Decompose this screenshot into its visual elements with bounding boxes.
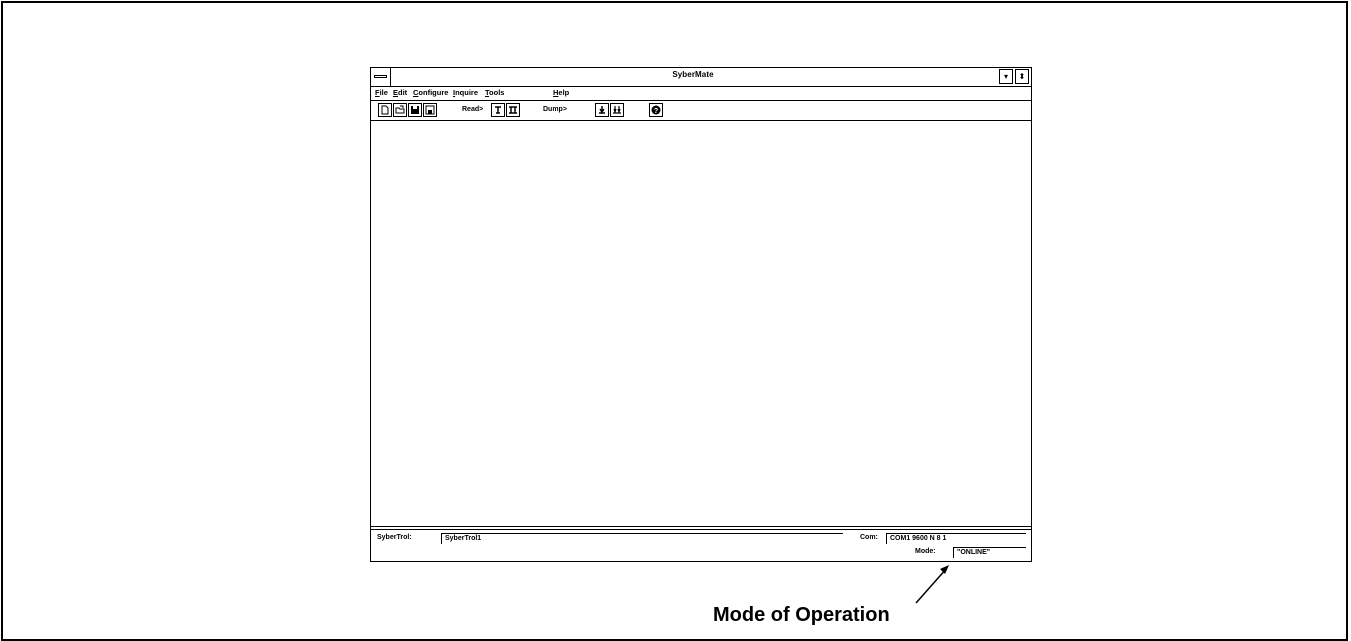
callout-arrow [915,565,949,604]
mode-of-operation-callout: Mode of Operation [713,604,890,626]
